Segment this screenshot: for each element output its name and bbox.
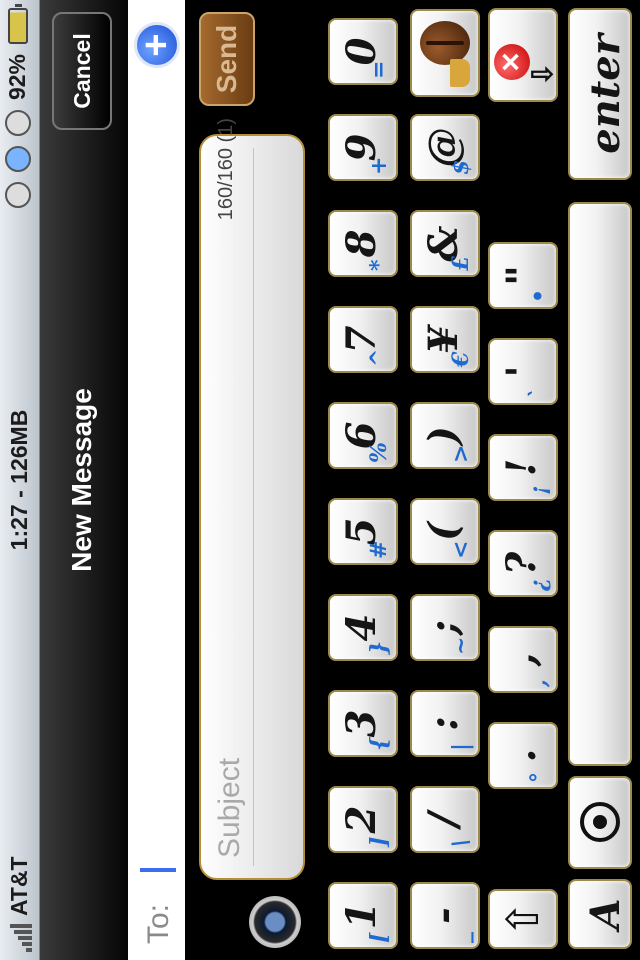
key[interactable]: @ $ <box>410 114 480 181</box>
delete-key[interactable]: ✕ ⇩ <box>488 8 558 102</box>
key[interactable]: & £ <box>410 210 480 277</box>
cancel-button[interactable]: Cancel <box>52 12 112 130</box>
key[interactable]: 8 * <box>328 210 398 277</box>
key-shift-label: % <box>366 442 392 463</box>
key-shift-label: £ <box>448 255 474 271</box>
font-key-label: A <box>582 898 629 930</box>
navigation-bar: New Message Cancel <box>40 0 128 960</box>
key[interactable]: 2] <box>328 786 398 853</box>
key[interactable]: 3{ <box>328 690 398 757</box>
key-shift-label: _ <box>448 932 474 943</box>
recipient-row[interactable]: To: + <box>128 0 185 960</box>
key-shift-label: ` <box>526 388 552 399</box>
battery-percent: 92% <box>4 54 30 101</box>
key-shift-label: € <box>448 351 474 367</box>
key[interactable]: - _ <box>410 882 480 949</box>
key[interactable]: : | <box>410 690 480 757</box>
key-shift-label: • <box>526 288 552 303</box>
to-label: To: <box>142 903 175 944</box>
key[interactable]: (< <box>410 498 480 565</box>
key[interactable]: 1[ <box>328 882 398 949</box>
send-button[interactable]: Send <box>199 12 255 106</box>
key[interactable]: 5 # <box>328 498 398 565</box>
enter-label: enter <box>582 34 629 154</box>
status-bar: AT&T 1:27 - 126MB 92% <box>0 0 40 960</box>
key[interactable]: 6% <box>328 402 398 469</box>
key-shift-label: * <box>366 259 392 271</box>
key-shift-label: { <box>366 736 392 751</box>
key[interactable]: 4} <box>328 594 398 661</box>
key[interactable]: ) > <box>410 402 480 469</box>
key[interactable]: ' ` <box>488 338 558 405</box>
subject-placeholder: Subject <box>213 757 246 858</box>
key[interactable]: 9 + <box>328 114 398 181</box>
coffee-icon <box>418 15 470 87</box>
message-field[interactable]: Subject <box>199 134 305 880</box>
key[interactable]: " • <box>488 242 558 309</box>
status-right: 92% <box>4 8 31 209</box>
battery-icon <box>7 8 28 44</box>
key-shift-label: + <box>366 156 392 175</box>
key-shift-label: # <box>366 540 392 559</box>
subject-divider <box>253 148 254 866</box>
space-key[interactable] <box>568 202 632 766</box>
key-shift-label: < <box>448 540 474 559</box>
key-shift-label: } <box>366 640 392 655</box>
shift-arrow-icon: ⇧ <box>499 900 548 938</box>
enter-key[interactable]: enter <box>568 8 632 180</box>
compose-area: Subject 160/160 (1) Send <box>185 0 320 960</box>
target-icon <box>580 802 620 843</box>
key-shift-label: = <box>366 60 392 79</box>
text-cursor <box>140 868 176 872</box>
key-shift-label: > <box>448 444 474 463</box>
notification-icon <box>4 182 31 209</box>
add-contact-button[interactable]: + <box>134 22 180 68</box>
key[interactable]: ! ¡ <box>488 434 558 501</box>
delete-arrow-icon: ⇩ <box>527 62 558 86</box>
app-screen: AT&T 1:27 - 126MB 92% New Message Cancel… <box>0 0 640 960</box>
key-shift-label: $ <box>448 159 474 175</box>
coffee-key[interactable] <box>410 9 480 97</box>
key[interactable]: ,, <box>488 626 558 693</box>
camera-icon[interactable] <box>249 896 301 948</box>
key-shift-label: , <box>526 679 552 687</box>
key[interactable]: ¥ € <box>410 306 480 373</box>
key-shift-label: ] <box>366 836 392 847</box>
key[interactable]: ? ¿ <box>488 530 558 597</box>
key-shift-label: ¡ <box>526 485 552 495</box>
clock-icon <box>4 110 31 137</box>
key-shift-label: | <box>448 742 474 751</box>
target-key[interactable] <box>568 776 632 869</box>
font-key[interactable]: A <box>568 879 632 949</box>
character-counter: 160/160 (1) <box>215 118 237 221</box>
key-shift-label: ~ <box>448 636 474 655</box>
mail-icon <box>4 146 31 173</box>
keyboard: 1[2] 3{4} 5 #6% 7 ^ 8 * 9 +0 = - _ / \: |; ~(<) > ¥ € & £ @ $ … <box>320 0 640 960</box>
key-shift-label: ¿ <box>526 578 552 591</box>
key-shift-label: \ <box>448 838 474 847</box>
key[interactable]: / \ <box>410 786 480 853</box>
key-shift-label: [ <box>366 932 392 943</box>
shift-key[interactable]: ⇧ <box>488 889 558 949</box>
delete-icon: ✕ <box>494 44 530 80</box>
key-shift-label: ^ <box>366 348 392 367</box>
key-shift-label: ° <box>526 772 552 783</box>
key[interactable]: 0 = <box>328 18 398 85</box>
key[interactable]: . ° <box>488 722 558 789</box>
key[interactable]: ; ~ <box>410 594 480 661</box>
page-title: New Message <box>66 388 97 572</box>
key[interactable]: 7 ^ <box>328 306 398 373</box>
